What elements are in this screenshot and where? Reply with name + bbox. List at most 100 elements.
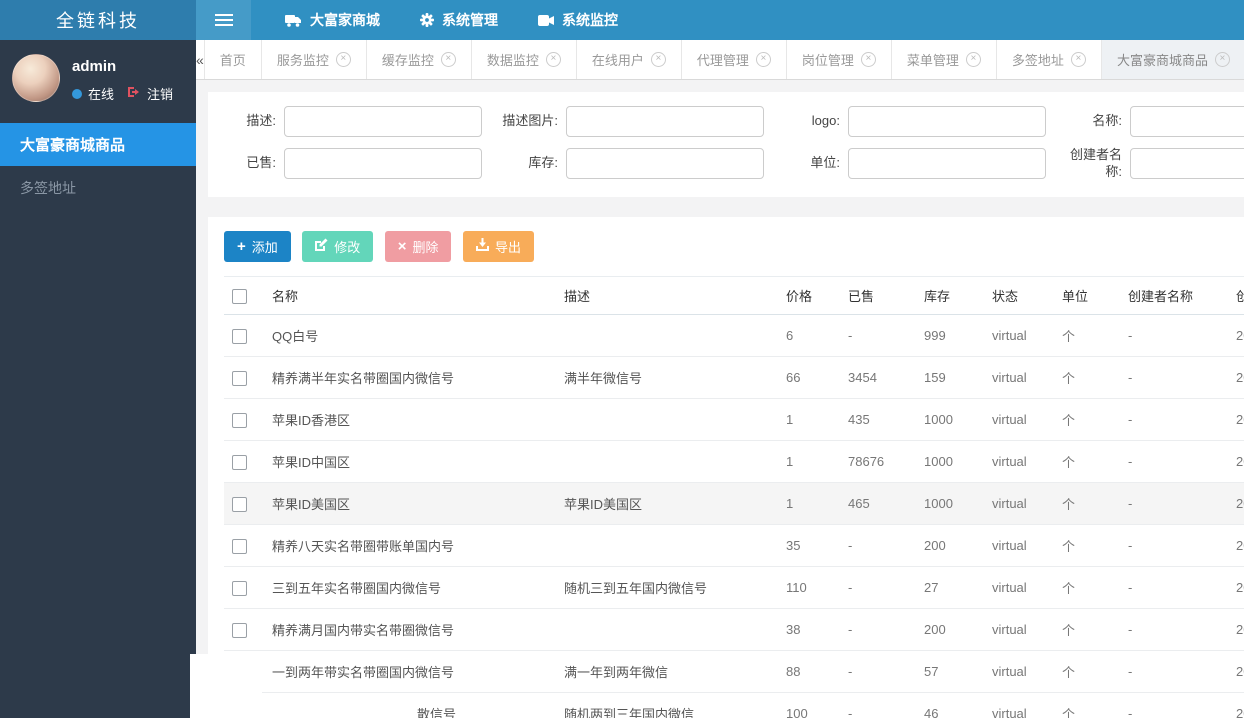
tab-close-icon[interactable]: × (440, 52, 456, 67)
column-header[interactable]: 库存 (916, 276, 984, 316)
tab-5[interactable]: 代理管理 × (681, 40, 787, 79)
column-header[interactable]: 状态 (984, 276, 1054, 316)
form-field-6: 单位: (772, 147, 1054, 181)
cell-created: 20 (1228, 356, 1244, 400)
row-checkbox[interactable] (232, 580, 247, 596)
delete-button[interactable]: × 删除 (384, 231, 452, 263)
tab-1[interactable]: 服务监控 × (261, 40, 367, 79)
column-header[interactable]: 创建者名称 (1120, 276, 1228, 316)
cell-creator: - (1120, 650, 1228, 694)
export-button[interactable]: 导出 (462, 230, 534, 262)
tab-close-icon[interactable]: × (545, 52, 561, 67)
field-label: 描述: (246, 113, 276, 129)
column-header[interactable]: 描述 (556, 276, 778, 316)
tab-7[interactable]: 菜单管理 × (891, 40, 997, 79)
tab-close-icon[interactable]: × (1214, 52, 1230, 67)
cell-created: 20 (1228, 482, 1244, 526)
add-button[interactable]: + 添加 (224, 231, 291, 263)
row-checkbox[interactable] (232, 454, 247, 470)
form-field-2: logo: (772, 106, 1054, 137)
content: 描述: 描述图片: logo: 名称: 已售: 库存: 单位: 创建者名称: + 添加 修改 … (196, 80, 1244, 718)
tab-close-icon[interactable]: × (650, 52, 666, 67)
table-row-3[interactable]: 苹果ID中国区 1786761000virtual个-20 (224, 440, 1244, 484)
avatar[interactable] (12, 54, 60, 102)
field-input-3[interactable] (1130, 106, 1244, 137)
table-row-5[interactable]: 精养八天实名带圈带账单国内号35-200virtual个-20 (224, 524, 1244, 568)
table-row-8[interactable]: 一到两年带实名带圈国内微信号满一年到两年微信88-57virtual个-20 (224, 650, 1244, 694)
tabs-collapse-button[interactable]: « (196, 40, 205, 79)
tab-close-icon[interactable]: × (860, 52, 876, 67)
field-input-7[interactable] (1130, 148, 1244, 180)
field-input-4[interactable] (284, 148, 482, 180)
table-row-4[interactable]: 苹果ID美国区苹果ID美国区14651000virtual个-20 (224, 482, 1244, 526)
tab-0[interactable]: 首页 (204, 40, 262, 79)
tab-6[interactable]: 岗位管理 × (786, 40, 892, 79)
row-checkbox[interactable] (232, 496, 247, 512)
column-header[interactable]: 单位 (1054, 276, 1120, 316)
sidebar-item-0[interactable]: 大富豪商城商品 (0, 123, 196, 166)
select-all-checkbox[interactable] (232, 288, 247, 304)
tab-close-icon[interactable]: × (335, 52, 351, 67)
logout-button[interactable]: 注销 (128, 84, 173, 103)
nav-item-1[interactable]: 系统管理 (400, 0, 518, 40)
cell-status: virtual (984, 692, 1054, 718)
table-row-9[interactable]: 散信号随机两到三年国内微信100-46virtual个-20 (224, 692, 1244, 718)
tab-4[interactable]: 在线用户 × (576, 40, 682, 79)
cell-name: 三到五年实名带圈国内微信号 (264, 566, 556, 610)
cell-creator: - (1120, 608, 1228, 652)
cell-name: 苹果ID香港区 (264, 398, 556, 442)
nav-item-label: 系统管理 (442, 12, 498, 28)
table-row-7[interactable]: 精养满月国内带实名带圈微信号38-200virtual个-20 (224, 608, 1244, 652)
cell-stock: 57 (916, 650, 984, 694)
cell-created: 20 (1228, 566, 1244, 610)
field-label: 单位: (810, 155, 840, 171)
row-checkbox[interactable] (232, 538, 247, 554)
row-checkbox[interactable] (232, 622, 247, 638)
column-header[interactable]: 创建时间 (1228, 276, 1244, 316)
row-checkbox[interactable] (232, 328, 247, 344)
nav-item-2[interactable]: 系统监控 (518, 0, 638, 40)
cell-name: 精养满半年实名带圈国内微信号 (264, 356, 556, 400)
column-header[interactable]: 已售 (840, 276, 916, 316)
field-input-2[interactable] (848, 106, 1046, 137)
tab-close-icon[interactable]: × (755, 52, 771, 67)
field-label: 描述图片: (502, 113, 558, 129)
tab-2[interactable]: 缓存监控 × (366, 40, 472, 79)
nav-item-0[interactable]: 大富家商城 (265, 0, 400, 40)
row-checkbox[interactable] (232, 370, 247, 386)
tab-8[interactable]: 多签地址 × (996, 40, 1102, 79)
sidebar-toggle-button[interactable] (196, 0, 251, 40)
field-input-5[interactable] (566, 148, 764, 180)
table-row-1[interactable]: 精养满半年实名带圈国内微信号满半年微信号663454159virtual个-20 (224, 356, 1244, 400)
tab-close-icon[interactable]: × (965, 52, 981, 67)
column-header[interactable]: 名称 (264, 276, 556, 316)
table-row-0[interactable]: QQ白号6-999virtual个-20 (224, 314, 1244, 358)
edit-button[interactable]: 修改 (302, 230, 374, 262)
tab-label: 多签地址 (1011, 53, 1064, 68)
form-field-3: 名称: (1054, 106, 1244, 137)
cell-price: 110 (778, 566, 840, 610)
row-checkbox[interactable] (232, 412, 247, 428)
sidebar-item-1[interactable]: 多签地址 (0, 166, 196, 210)
tab-label: 服务监控 (276, 53, 329, 68)
cell-name: 一到两年带实名带圈国内微信号 (264, 650, 556, 694)
table-row-2[interactable]: 苹果ID香港区 14351000virtual个-20 (224, 398, 1244, 442)
logout-icon (128, 86, 142, 101)
tab-close-icon[interactable]: × (1070, 52, 1086, 67)
field-input-1[interactable] (566, 106, 764, 137)
cell-desc: 满半年微信号 (556, 356, 778, 400)
tab-3[interactable]: 数据监控 × (471, 40, 577, 79)
table-row-6[interactable]: 三到五年实名带圈国内微信号 随机三到五年国内微信号 110-27 virtual 个 -2… (224, 566, 1244, 610)
field-input-6[interactable] (848, 148, 1046, 180)
field-label: 库存: (528, 155, 558, 171)
tab-9[interactable]: 大富豪商城商品 × (1101, 40, 1244, 79)
tab-label: 首页 (219, 53, 246, 68)
tab-label: 在线用户 (591, 53, 644, 68)
export-icon (475, 238, 489, 254)
cell-price: 100 (778, 692, 840, 718)
column-header[interactable]: 价格 (778, 276, 840, 316)
cell-creator: - (1120, 314, 1228, 358)
field-input-0[interactable] (284, 106, 482, 137)
plus-icon: + (237, 238, 246, 256)
sidebar-menu: 大富豪商城商品 多签地址 (0, 123, 196, 210)
